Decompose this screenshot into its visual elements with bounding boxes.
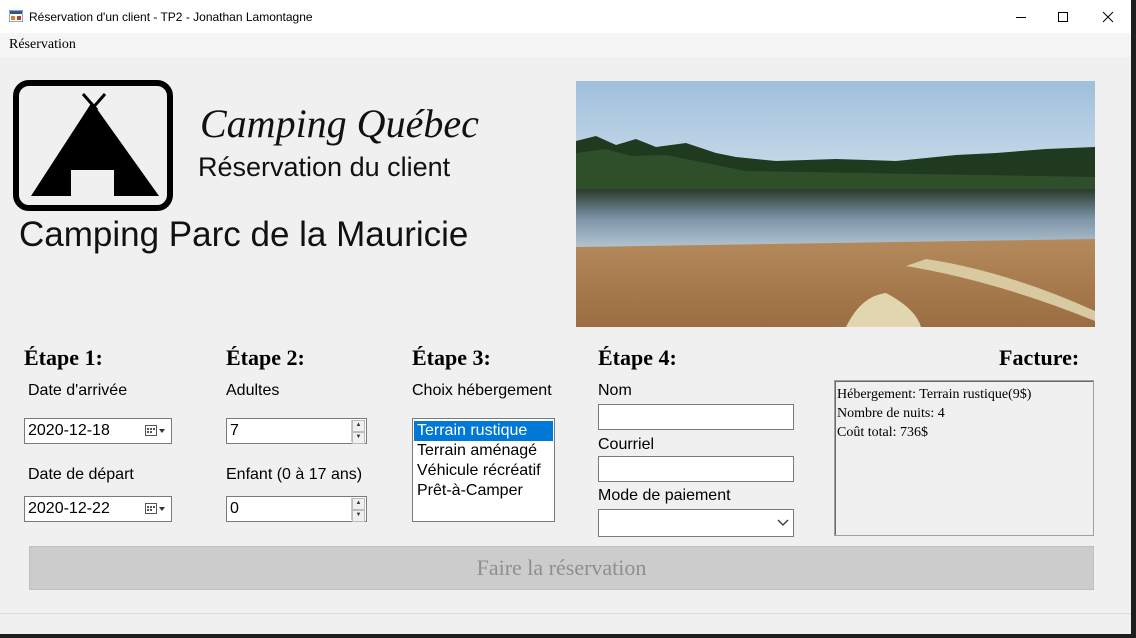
accommodation-list[interactable]: Terrain rustique Terrain aménagé Véhicul… xyxy=(412,418,555,522)
chevron-down-icon xyxy=(777,519,789,526)
menu-reservation[interactable]: Réservation xyxy=(9,37,76,53)
adults-stepper[interactable]: 7 ▲ ▼ xyxy=(226,418,367,444)
invoice-box: Hébergement: Terrain rustique(9$) Nombre… xyxy=(834,380,1094,536)
maximize-icon xyxy=(1058,11,1068,22)
adults-up-button[interactable]: ▲ xyxy=(352,420,365,432)
arrival-date-value: 2020-12-18 xyxy=(28,422,110,439)
step2-title: Étape 2: xyxy=(226,345,305,370)
brand-title: Camping Québec xyxy=(200,101,479,146)
park-name: Camping Parc de la Mauricie xyxy=(19,215,469,254)
list-item[interactable]: Véhicule récréatif xyxy=(414,461,553,481)
accommodation-label: Choix hébergement xyxy=(412,382,552,399)
close-button[interactable] xyxy=(1085,0,1131,33)
maximize-button[interactable] xyxy=(1040,0,1086,33)
list-item[interactable]: Terrain aménagé xyxy=(414,441,553,461)
calendar-dropdown-icon xyxy=(145,503,165,514)
calendar-dropdown-icon xyxy=(145,425,165,436)
arrival-date-label: Date d'arrivée xyxy=(28,382,128,399)
window-title: Réservation d'un client - TP2 - Jonathan… xyxy=(29,10,313,24)
arrival-date-picker[interactable]: 2020-12-18 xyxy=(24,418,172,444)
lake-photo xyxy=(576,81,1095,327)
app-icon xyxy=(9,10,23,22)
invoice-line: Hébergement: Terrain rustique(9$) xyxy=(837,387,1032,402)
departure-date-value: 2020-12-22 xyxy=(28,500,110,517)
children-spinner: ▲ ▼ xyxy=(351,498,365,522)
invoice-line: Coût total: 736$ xyxy=(837,425,928,440)
children-up-button[interactable]: ▲ xyxy=(352,498,365,510)
minimize-button[interactable] xyxy=(998,0,1044,33)
adults-down-button[interactable]: ▼ xyxy=(352,432,365,444)
close-icon xyxy=(1102,11,1114,22)
step3-title: Étape 3: xyxy=(412,345,491,370)
name-field[interactable] xyxy=(598,404,794,430)
email-label: Courriel xyxy=(598,436,655,453)
window-edge xyxy=(1131,0,1136,638)
payment-select[interactable] xyxy=(598,509,794,537)
list-item[interactable]: Terrain rustique xyxy=(414,421,553,441)
status-separator xyxy=(0,613,1136,614)
children-value: 0 xyxy=(230,500,239,517)
adults-spinner: ▲ ▼ xyxy=(351,420,365,444)
departure-date-label: Date de départ xyxy=(28,466,134,483)
payment-label: Mode de paiement xyxy=(598,487,731,504)
minimize-icon xyxy=(1016,16,1026,18)
page-subtitle: Réservation du client xyxy=(198,152,451,182)
name-label: Nom xyxy=(598,382,632,399)
step1-title: Étape 1: xyxy=(24,345,103,370)
submit-reservation-button[interactable]: Faire la réservation xyxy=(29,546,1094,590)
invoice-line: Nombre de nuits: 4 xyxy=(837,406,945,421)
adults-label: Adultes xyxy=(226,382,280,399)
tent-icon xyxy=(13,80,173,211)
list-item[interactable]: Prêt-à-Camper xyxy=(414,481,553,501)
invoice-title: Facture: xyxy=(999,345,1080,370)
step4-title: Étape 4: xyxy=(598,345,677,370)
departure-date-picker[interactable]: 2020-12-22 xyxy=(24,496,172,522)
adults-value: 7 xyxy=(230,422,239,439)
email-field[interactable] xyxy=(598,456,794,482)
children-down-button[interactable]: ▼ xyxy=(352,510,365,522)
taskbar-edge xyxy=(0,634,1136,638)
title-bar: Réservation d'un client - TP2 - Jonathan… xyxy=(0,0,1136,33)
children-label: Enfant (0 à 17 ans) xyxy=(226,466,363,483)
menu-bar: Réservation xyxy=(0,33,1136,57)
children-stepper[interactable]: 0 ▲ ▼ xyxy=(226,496,367,522)
